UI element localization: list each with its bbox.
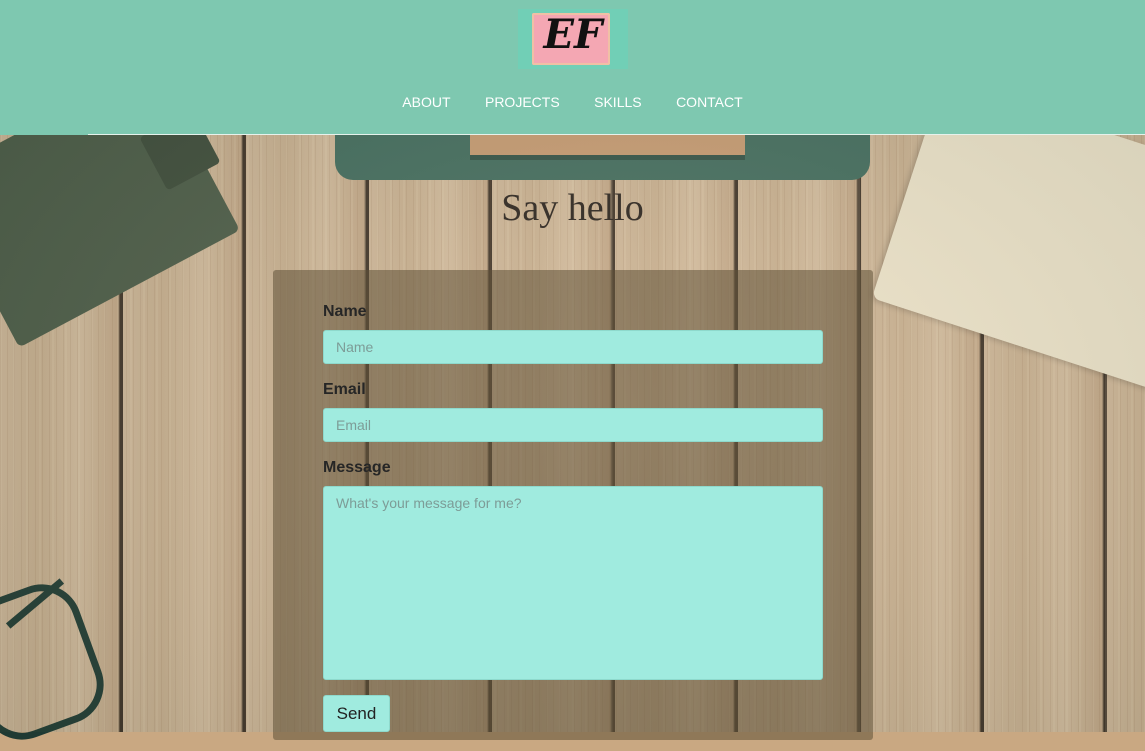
logo-monogram: EF	[543, 11, 603, 58]
page-title: Say hello	[501, 187, 644, 229]
main-nav: ABOUT PROJECTS SKILLS CONTACT	[0, 94, 1145, 112]
header-divider	[88, 134, 1145, 135]
name-input[interactable]	[323, 330, 823, 364]
nav-item-about[interactable]: ABOUT	[402, 94, 450, 110]
send-button[interactable]: Send	[323, 695, 390, 732]
message-textarea[interactable]	[323, 486, 823, 680]
site-header: EF ABOUT PROJECTS SKILLS CONTACT	[0, 0, 1145, 135]
email-label: Email	[323, 381, 366, 398]
name-label: Name	[323, 303, 367, 320]
site-logo[interactable]: EF	[518, 9, 628, 69]
nav-item-skills[interactable]: SKILLS	[594, 94, 641, 110]
nav-item-projects[interactable]: PROJECTS	[485, 94, 560, 110]
message-label: Message	[323, 459, 391, 476]
email-input[interactable]	[323, 408, 823, 442]
nav-item-contact[interactable]: CONTACT	[676, 94, 743, 110]
